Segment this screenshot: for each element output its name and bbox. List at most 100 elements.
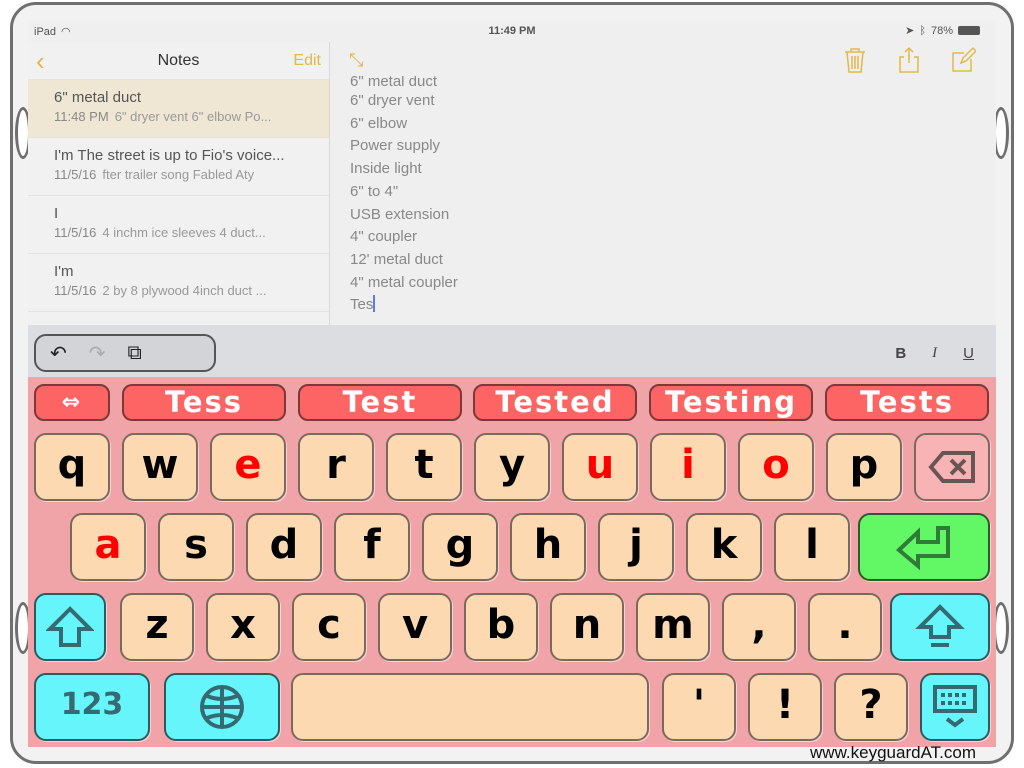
note-list-item[interactable]: I'm 11/5/16 2 by 8 plywood 4inch duct ... [28,254,329,312]
note-title: 6" metal duct [54,89,142,106]
key-c[interactable]: c [292,593,366,661]
note-list-item[interactable]: 6" metal duct 11:48 PM 6" dryer vent 6" e… [28,80,329,138]
key-x[interactable]: x [206,593,280,661]
shift-icon [915,604,965,647]
numbers-key[interactable]: 123 [34,673,150,741]
prediction-button[interactable]: Testing [649,384,813,421]
note-date: 11/5/16 [54,225,97,240]
prediction-button[interactable]: Tess [122,384,286,421]
key-g[interactable]: g [422,513,498,581]
ipad-screen: iPad ◠ 11:49 PM ➤ ᛒ 78% ‹ Notes Edit 6" … [28,20,996,747]
battery-percent: 78% [930,24,953,37]
share-icon[interactable] [896,46,922,74]
battery-icon [958,26,980,35]
key-period[interactable]: . [808,593,882,661]
footer-url: www.keyguardAT.com [810,743,976,762]
key-v[interactable]: v [378,593,452,661]
shift-key-right[interactable] [890,593,990,661]
key-r[interactable]: r [298,433,374,501]
redo-icon[interactable]: ↷ [89,341,106,366]
key-comma[interactable]: , [722,593,796,661]
key-b[interactable]: b [464,593,538,661]
note-line: 6" elbow [350,114,408,132]
undo-icon[interactable]: ↶ [50,341,67,366]
note-date: 11:48 PM [54,109,109,124]
note-line: 12' metal duct [350,250,443,268]
note-line-partial: 6" metal duct [350,76,438,86]
key-n[interactable]: n [550,593,624,661]
shift-key[interactable] [34,593,106,661]
globe-key[interactable] [164,673,280,741]
status-time: 11:49 PM [488,25,536,37]
note-line: 4" metal coupler [350,273,458,291]
bold-button[interactable]: B [895,345,906,362]
key-f[interactable]: f [334,513,410,581]
sidebar-nav: ‹ Notes Edit [28,42,329,80]
editor-tools [842,46,976,74]
space-key[interactable] [291,673,649,741]
prediction-button[interactable]: Tested [473,384,637,421]
key-l[interactable]: l [774,513,850,581]
keyboard-toolbar: ↶ ↷ ⧉ B I U [28,325,996,377]
paste-icon[interactable]: ⧉ [128,342,142,365]
key-d[interactable]: d [246,513,322,581]
note-body[interactable]: 6" metal duct 6" dryer vent 6" elbow Power… [350,76,458,317]
key-s[interactable]: s [158,513,234,581]
note-snippet: fter trailer song Fabled Aty [102,167,255,182]
backspace-key[interactable] [914,433,990,501]
key-w[interactable]: w [122,433,198,501]
format-group: B I U [895,345,974,362]
key-q[interactable]: q [34,433,110,501]
key-z[interactable]: z [120,593,194,661]
key-question[interactable]: ? [834,673,908,741]
key-exclamation[interactable]: ! [748,673,822,741]
key-h[interactable]: h [510,513,586,581]
italic-button[interactable]: I [932,345,937,362]
key-o[interactable]: o [738,433,814,501]
edit-button[interactable]: Edit [293,52,321,70]
sidebar-title: Notes [157,52,200,69]
trash-icon[interactable] [842,46,868,74]
status-bar: iPad ◠ 11:49 PM ➤ ᛒ 78% [28,20,996,42]
note-line: 6" to 4" [350,182,399,200]
note-list-item[interactable]: I'm The street is up to Fio's voice... 1… [28,138,329,196]
note-line: 4" coupler [350,228,418,246]
enter-key[interactable] [858,513,990,581]
note-list-item[interactable]: I 11/5/16 4 inchm ice sleeves 4 duct... [28,196,329,254]
key-m[interactable]: m [636,593,710,661]
cursor-move-button[interactable]: ⇔ [34,384,110,421]
key-k[interactable]: k [686,513,762,581]
location-icon: ➤ [905,25,915,37]
note-title: I'm [54,263,74,280]
hide-keyboard-key[interactable] [920,673,990,741]
underline-button[interactable]: U [963,345,974,362]
key-u[interactable]: u [562,433,638,501]
note-snippet: 4 inchm ice sleeves 4 duct... [102,225,266,240]
key-y[interactable]: y [474,433,550,501]
note-line-current: Tes [350,294,458,317]
undo-group: ↶ ↷ ⧉ [34,334,216,372]
shift-icon [46,606,94,647]
prediction-button[interactable]: Test [298,384,462,421]
note-snippet: 2 by 8 plywood 4inch duct ... [102,283,267,298]
key-j[interactable]: j [598,513,674,581]
return-icon [895,526,950,571]
key-i[interactable]: i [650,433,726,501]
note-line: USB extension [350,205,450,223]
key-a[interactable]: a [70,513,146,581]
globe-icon [200,685,244,729]
compose-icon[interactable] [950,46,976,74]
key-p[interactable]: p [826,433,902,501]
note-title: I [54,205,59,222]
key-e[interactable]: e [210,433,286,501]
note-line: Power supply [350,137,441,155]
expand-icon[interactable]: ⤡ [349,50,363,71]
text-caret [373,295,376,313]
prediction-button[interactable]: Tests [825,384,989,421]
key-apostrophe[interactable]: ' [662,673,736,741]
notes-sidebar: ‹ Notes Edit 6" metal duct 11:48 PM 6" dr… [28,42,330,325]
key-t[interactable]: t [386,433,462,501]
note-date: 11/5/16 [54,283,97,298]
note-editor[interactable]: ⤡ 6" metal duct 6" dryer vent 6" elbow Pow… [331,42,996,325]
note-line: Inside light [350,160,422,178]
